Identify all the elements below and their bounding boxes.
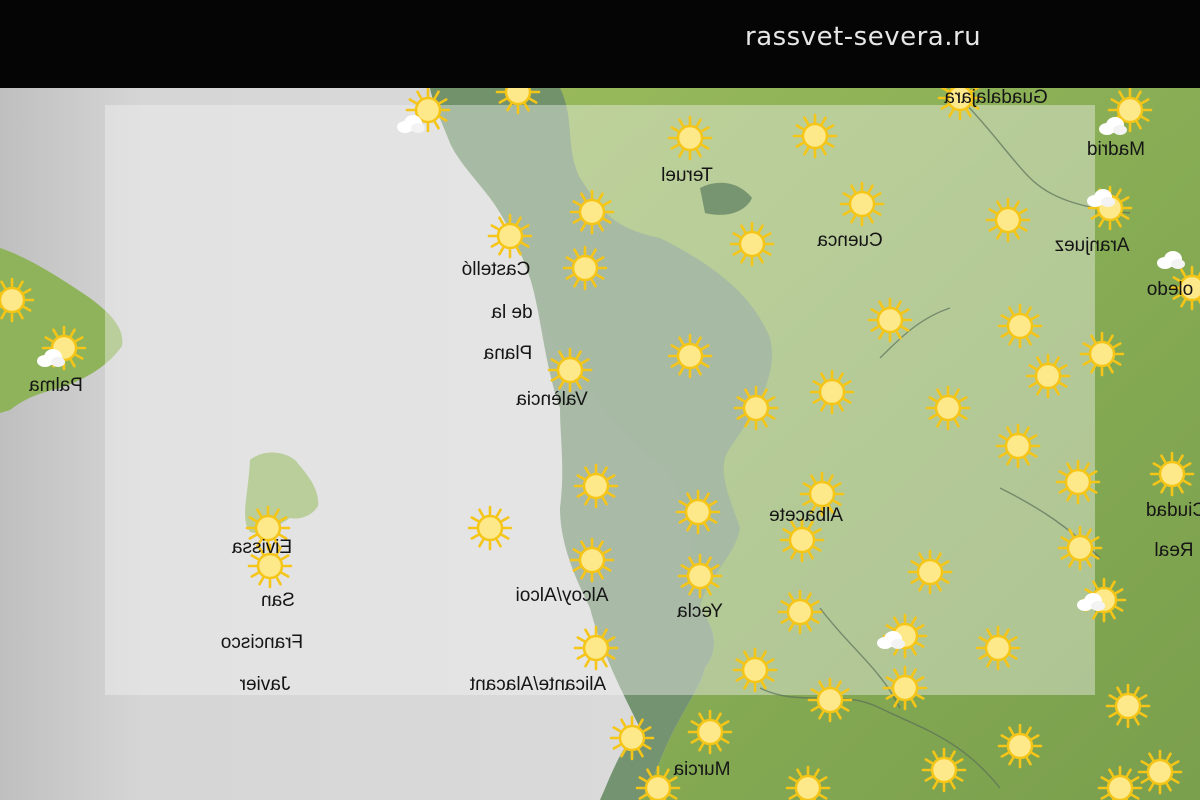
sun-icon — [1055, 459, 1101, 505]
city-name: Yecla — [677, 601, 723, 622]
city-label-castello-line1: Castelló — [462, 259, 531, 281]
city-name: Ciudad — [1145, 500, 1200, 521]
city-name: Palma — [29, 375, 83, 396]
city-label-yecla: Yecla — [677, 601, 723, 623]
sun-icon — [1057, 525, 1103, 571]
city-name: Alcoy/Alcoi — [515, 585, 609, 606]
sun-icon — [729, 221, 775, 267]
cloud-icon — [1085, 188, 1115, 208]
cloud-icon — [35, 348, 65, 368]
city-name: Javier — [239, 674, 291, 695]
city-label-murcia: Murcia — [673, 759, 730, 781]
city-name: Murcia — [673, 759, 731, 780]
weather-map[interactable]: Guadalajara Teruel Madrid Cuenca Aranjue… — [0, 88, 1200, 800]
sun-icon — [667, 115, 713, 161]
cloud-icon — [395, 114, 425, 134]
cloud-icon — [1155, 250, 1185, 270]
sun-icon — [907, 549, 953, 595]
sun-icon — [777, 589, 823, 635]
sun-icon — [569, 189, 615, 235]
sun-icon — [1025, 353, 1071, 399]
sun-icon — [732, 647, 778, 693]
sun-icon — [562, 245, 608, 291]
sun-icon — [573, 463, 619, 509]
sun-icon — [995, 423, 1041, 469]
city-name: Teruel — [661, 165, 713, 186]
sun-icon — [573, 625, 619, 671]
sun-icon — [1105, 683, 1151, 729]
city-name: de la — [491, 302, 533, 323]
sun-icon — [495, 88, 541, 115]
city-label-ciudad-real-line2: Real — [1154, 540, 1193, 562]
sun-icon — [997, 723, 1043, 769]
cloud-icon — [1075, 592, 1105, 612]
city-label-toledo: oledo — [1147, 279, 1194, 301]
city-label-san-francisco-line2: Francisco — [221, 632, 303, 654]
city-name: Real — [1154, 540, 1194, 561]
sun-icon — [1137, 749, 1183, 795]
sun-icon — [569, 537, 615, 583]
city-label-palma: Palma — [29, 375, 83, 397]
sun-icon — [792, 113, 838, 159]
city-name: Alicante/Alacant — [469, 674, 607, 695]
sun-icon — [882, 665, 928, 711]
city-name: Madrid — [1086, 139, 1146, 160]
sun-icon — [1097, 765, 1143, 800]
city-label-castello-line3: Plana — [484, 343, 533, 365]
sun-icon — [667, 333, 713, 379]
sun-icon — [785, 765, 831, 800]
city-label-alcoy: Alcoy/Alcoi — [516, 585, 609, 607]
city-name: San — [261, 590, 295, 611]
city-label-castello-line2: de la — [491, 302, 532, 324]
city-label-albacete: Albacete — [769, 505, 843, 527]
city-label-guadalajara: Guadalajara — [944, 88, 1048, 109]
city-name: Albacete — [769, 505, 843, 526]
sun-icon — [547, 347, 593, 393]
city-name: Cuenca — [817, 230, 883, 251]
city-label-eivissa: Eivissa — [232, 537, 292, 559]
city-name: Plana — [483, 343, 533, 364]
cloud-icon — [1097, 116, 1127, 136]
city-label-aranjuez: Aranjuez — [1055, 235, 1130, 257]
sun-icon — [1149, 451, 1195, 497]
sun-icon — [0, 277, 35, 323]
city-label-cuenca: Cuenca — [817, 230, 883, 252]
city-name: Francisco — [220, 632, 304, 653]
city-name: Aranjuez — [1054, 235, 1130, 256]
city-name: Guadalajara — [944, 88, 1048, 108]
watermark: rassvet-severa.ru — [745, 22, 982, 52]
city-name: Castelló — [461, 259, 531, 280]
city-label-madrid: Madrid — [1087, 139, 1145, 161]
sun-icon — [839, 181, 885, 227]
city-label-san-francisco-line3: Javier — [240, 674, 291, 696]
sun-icon — [809, 369, 855, 415]
city-name: Eivissa — [231, 537, 293, 558]
city-name: València — [516, 389, 588, 410]
city-label-alicante: Alicante/Alacant — [470, 674, 606, 696]
city-label-valencia: València — [516, 389, 587, 411]
city-label-ciudad-real-line1: Ciudad — [1146, 500, 1200, 522]
sun-icon — [733, 385, 779, 431]
sun-icon — [807, 677, 853, 723]
sun-icon — [467, 505, 513, 551]
sun-icon — [925, 385, 971, 431]
sun-icon — [975, 625, 1021, 671]
city-name: oledo — [1146, 279, 1194, 300]
sun-icon — [609, 715, 655, 761]
cloud-icon — [875, 630, 905, 650]
sun-icon — [675, 489, 721, 535]
sun-icon — [687, 709, 733, 755]
sun-icon — [487, 213, 533, 259]
city-label-san-francisco-line1: San — [261, 590, 295, 612]
sun-icon — [1079, 331, 1125, 377]
sun-icon — [985, 197, 1031, 243]
sun-icon — [867, 297, 913, 343]
top-bar: rassvet-severa.ru — [0, 0, 1200, 88]
city-label-teruel: Teruel — [661, 165, 713, 187]
sun-icon — [677, 553, 723, 599]
sun-icon — [921, 747, 967, 793]
sun-icon — [997, 303, 1043, 349]
